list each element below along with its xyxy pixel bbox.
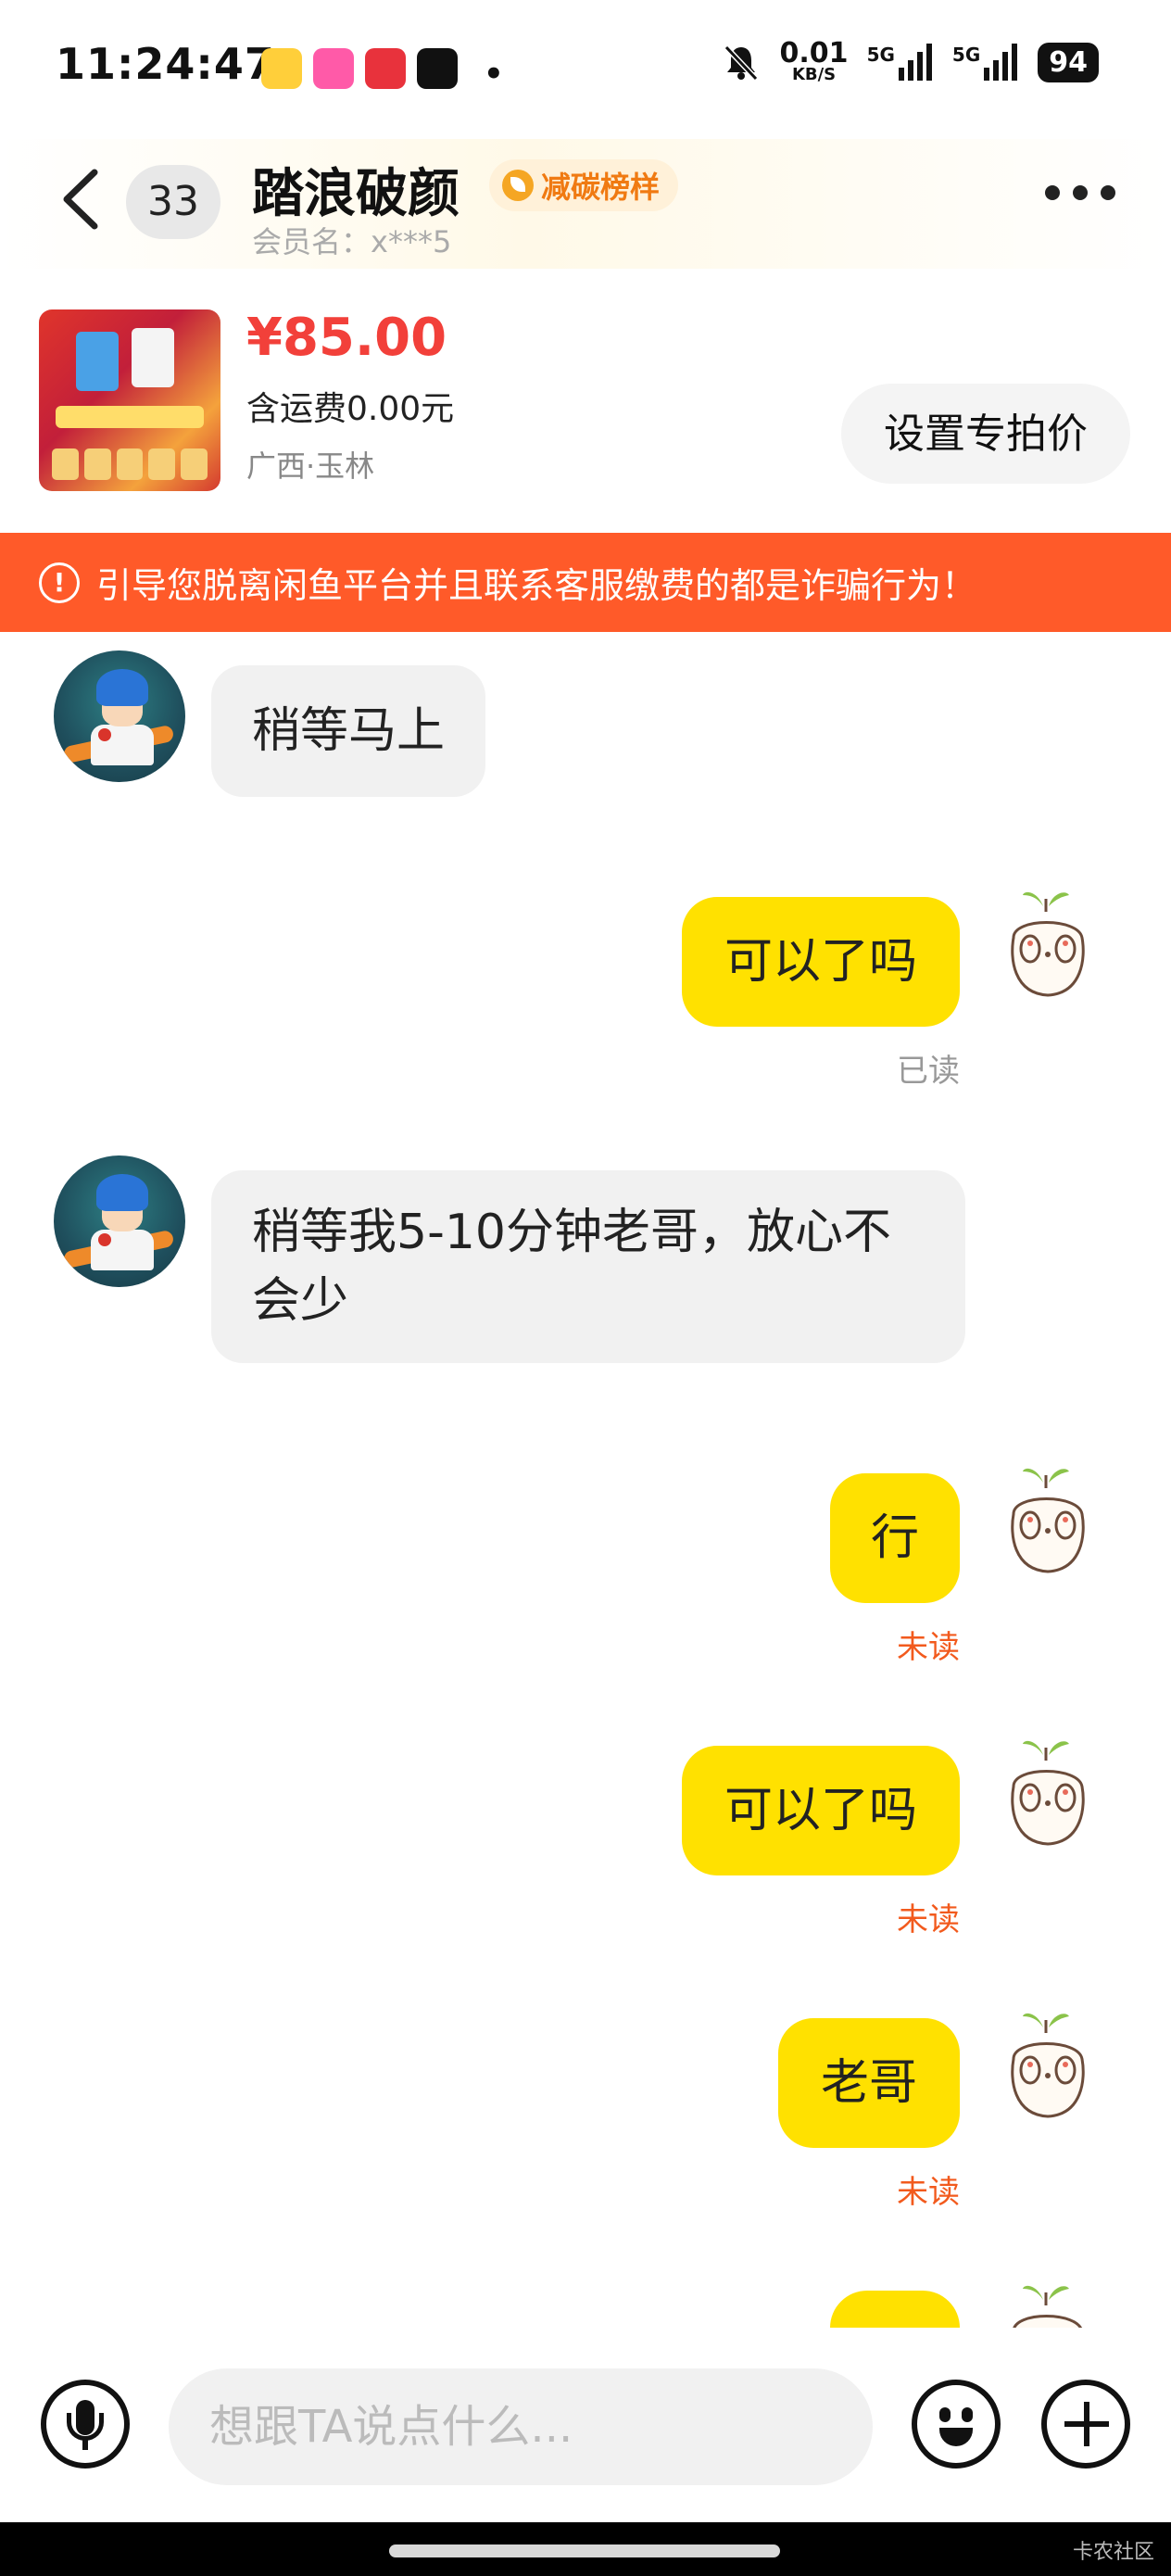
carbon-badge[interactable]: 减碳榜样 (489, 159, 679, 211)
user-avatar[interactable] (997, 2003, 1099, 2124)
emoji-icon[interactable] (912, 2380, 1001, 2469)
input-bar: 想跟TA说点什么... (0, 2328, 1171, 2522)
signal-1-icon: 5G (867, 44, 934, 81)
back-arrow-icon[interactable] (56, 167, 111, 232)
system-icons: 0.01 KB/S 5G 5G 94 (721, 40, 1099, 83)
product-price: ¥85.00 (246, 308, 447, 368)
shopping-app-icon (313, 48, 354, 89)
contact-avatar[interactable] (54, 650, 185, 782)
more-options-icon[interactable] (1045, 185, 1115, 200)
warning-text: 引导您脱离闲鱼平台并且联系客服缴费的都是诈骗行为！ (96, 565, 977, 606)
battery-icon: 94 (1038, 42, 1099, 82)
carbon-badge-label: 减碳榜样 (541, 170, 661, 205)
member-name: 会员名：x***5 (252, 224, 452, 259)
message-bubble-sent[interactable]: 行 (829, 1473, 960, 1603)
message-bubble-sent[interactable]: 可以了吗 (681, 1746, 960, 1875)
product-thumbnail[interactable] (39, 309, 220, 491)
status-bar: 11:24:47 • 0.01 KB/S 5G 5G 94 (0, 0, 1171, 139)
more-notifications-dot: • (484, 56, 504, 93)
unread-status: 未读 (897, 1901, 960, 1938)
network-speed: 0.01 KB/S (780, 40, 849, 83)
unread-status: 未读 (897, 2174, 960, 2211)
notification-icons (261, 48, 458, 89)
heart-app-icon (365, 48, 406, 89)
read-status: 已读 (897, 1053, 960, 1090)
user-avatar[interactable] (997, 882, 1099, 1003)
message-bubble-sent[interactable]: 可以了吗 (681, 897, 960, 1027)
shipping-info: 含运费0.00元 (246, 390, 455, 428)
user-avatar[interactable] (997, 2276, 1099, 2328)
user-avatar[interactable] (997, 1731, 1099, 1851)
weibo-app-icon (261, 48, 302, 89)
signal-2-icon: 5G (952, 44, 1019, 81)
message-bubble-sent[interactable]: 老哥 (777, 2018, 960, 2148)
system-nav-bar: 卡农社区 (0, 2522, 1171, 2576)
unread-status: 未读 (897, 1629, 960, 1666)
chat-header: 33 踏浪破颜 减碳榜样 会员名：x***5 (0, 139, 1171, 269)
message-bubble-received[interactable]: 稍等马上 (211, 665, 486, 797)
message-bubble-sent-partial[interactable] (830, 2291, 960, 2328)
leaf-icon (502, 170, 534, 201)
product-card[interactable]: ¥85.00 含运费0.00元 广西·玉林 设置专拍价 (0, 269, 1171, 533)
clock: 11:24:47 (56, 39, 275, 89)
contact-name[interactable]: 踏浪破颜 (252, 152, 460, 227)
home-indicator[interactable] (389, 2544, 780, 2557)
unread-count-badge[interactable]: 33 (126, 165, 220, 239)
contact-avatar[interactable] (54, 1155, 185, 1287)
watermark: 卡农社区 (1072, 2541, 1154, 2564)
signal-2-label: 5G (951, 44, 981, 66)
set-special-price-button[interactable]: 设置专拍价 (841, 384, 1130, 484)
signal-1-label: 5G (866, 44, 895, 66)
user-avatar[interactable] (997, 1458, 1099, 1579)
fraud-warning-banner: ! 引导您脱离闲鱼平台并且联系客服缴费的都是诈骗行为！ (0, 533, 1171, 632)
mute-bell-icon (724, 44, 758, 82)
tiktok-app-icon (417, 48, 458, 89)
chat-message-list[interactable]: 稍等马上 可以了吗 已读 稍等我5-10分钟老哥，放心不会少 行 未读 可以了吗… (0, 632, 1171, 2328)
plus-icon[interactable] (1041, 2380, 1130, 2469)
voice-input-icon[interactable] (41, 2380, 130, 2469)
message-input[interactable]: 想跟TA说点什么... (169, 2368, 873, 2485)
product-location: 广西·玉林 (246, 448, 375, 484)
message-bubble-received[interactable]: 稍等我5-10分钟老哥，放心不会少 (211, 1170, 965, 1363)
warning-icon: ! (39, 562, 80, 603)
